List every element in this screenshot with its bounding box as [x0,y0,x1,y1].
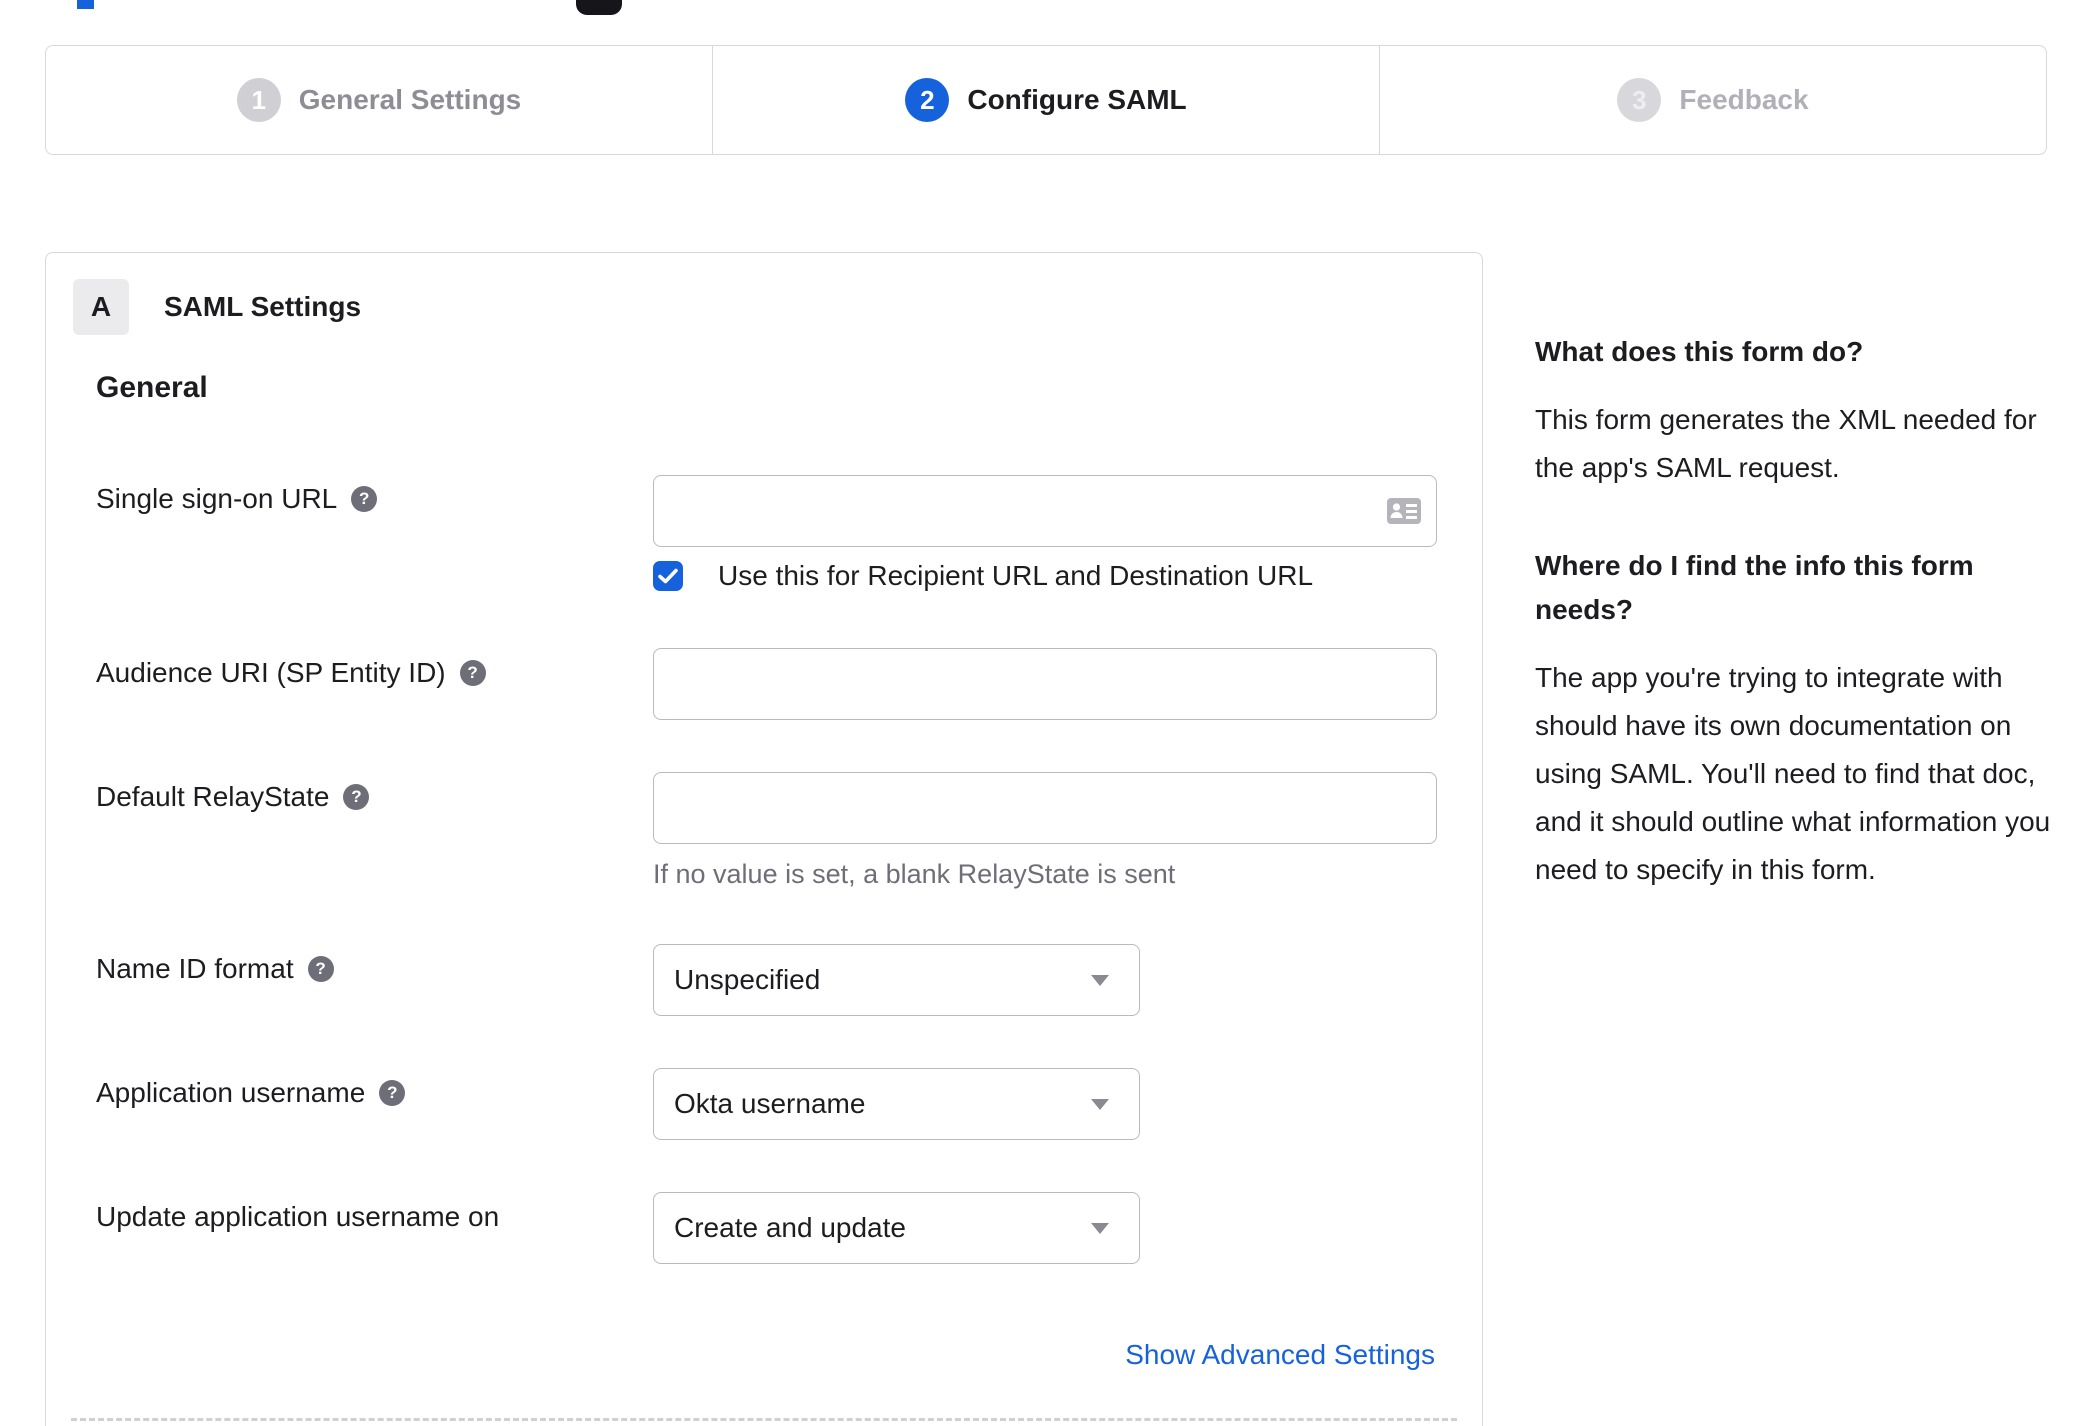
wizard-stepper: 1 General Settings 2 Configure SAML 3 Fe… [45,45,2047,155]
section-a-badge: A [73,279,129,335]
step-label: Feedback [1679,84,1809,115]
application-username-label: Application username ? [96,1077,406,1109]
general-group-heading: General [96,371,208,404]
name-id-format-select[interactable]: Unspecified [653,944,1140,1016]
default-relaystate-label: Default RelayState ? [96,781,370,813]
checkmark-icon [658,568,678,584]
recipient-url-checkbox-label[interactable]: Use this for Recipient URL and Destinati… [718,561,1313,591]
address-card-icon [1387,498,1421,524]
help-body: The app you're trying to integrate with … [1535,662,2051,885]
select-value: Create and update [674,1212,906,1243]
chevron-down-icon [1091,1099,1109,1110]
update-app-username-label: Update application username on [96,1201,499,1233]
name-id-format-label: Name ID format ? [96,953,334,985]
step-general-settings[interactable]: 1 General Settings [46,46,712,154]
help-icon[interactable]: ? [343,784,370,810]
cut-off-heading-glyph [576,0,622,15]
recipient-url-checkbox[interactable] [653,561,683,591]
chevron-down-icon [1091,1223,1109,1234]
field-label-text: Default RelayState [96,781,330,812]
help-heading: Where do I find the info this form needs… [1535,550,1974,625]
select-value: Okta username [674,1088,866,1119]
step-number-badge: 2 [905,78,950,122]
help-body: This form generates the XML needed for t… [1535,404,2037,483]
field-label-text: Audience URI (SP Entity ID) [96,657,446,688]
application-username-select[interactable]: Okta username [653,1068,1140,1140]
step-number-badge: 3 [1617,78,1662,122]
show-advanced-settings-link[interactable]: Show Advanced Settings [1125,1339,1435,1371]
chevron-down-icon [1091,975,1109,986]
step-configure-saml[interactable]: 2 Configure SAML [712,46,1379,154]
section-divider [71,1418,1457,1421]
help-icon[interactable]: ? [459,660,486,686]
sso-url-input[interactable] [653,475,1437,547]
section-title: SAML Settings [164,291,362,322]
default-relaystate-input[interactable] [653,772,1437,844]
relaystate-helper-text: If no value is set, a blank RelayState i… [653,859,1176,889]
step-label: Configure SAML [967,84,1187,115]
select-value: Unspecified [674,964,821,995]
help-icon[interactable]: ? [307,956,334,982]
field-label-text: Update application username on [96,1201,500,1232]
field-label-text: Name ID format [96,953,294,984]
audience-uri-label: Audience URI (SP Entity ID) ? [96,657,486,689]
field-label-text: Single sign-on URL [96,483,338,514]
help-heading: What does this form do? [1535,336,1864,367]
sso-url-label: Single sign-on URL ? [96,483,378,515]
help-icon[interactable]: ? [351,486,378,512]
step-number-badge: 1 [236,78,281,122]
help-sidebar: What does this form do? This form genera… [1535,330,2065,946]
saml-settings-panel: A SAML Settings General Single sign-on U… [45,252,1483,1426]
audience-uri-input[interactable] [653,648,1437,720]
field-label-text: Application username [96,1077,366,1108]
step-label: General Settings [298,84,522,115]
help-icon[interactable]: ? [379,1080,406,1106]
cut-off-title-fragment [77,0,94,9]
update-app-username-select[interactable]: Create and update [653,1192,1140,1264]
step-feedback[interactable]: 3 Feedback [1379,46,2046,154]
